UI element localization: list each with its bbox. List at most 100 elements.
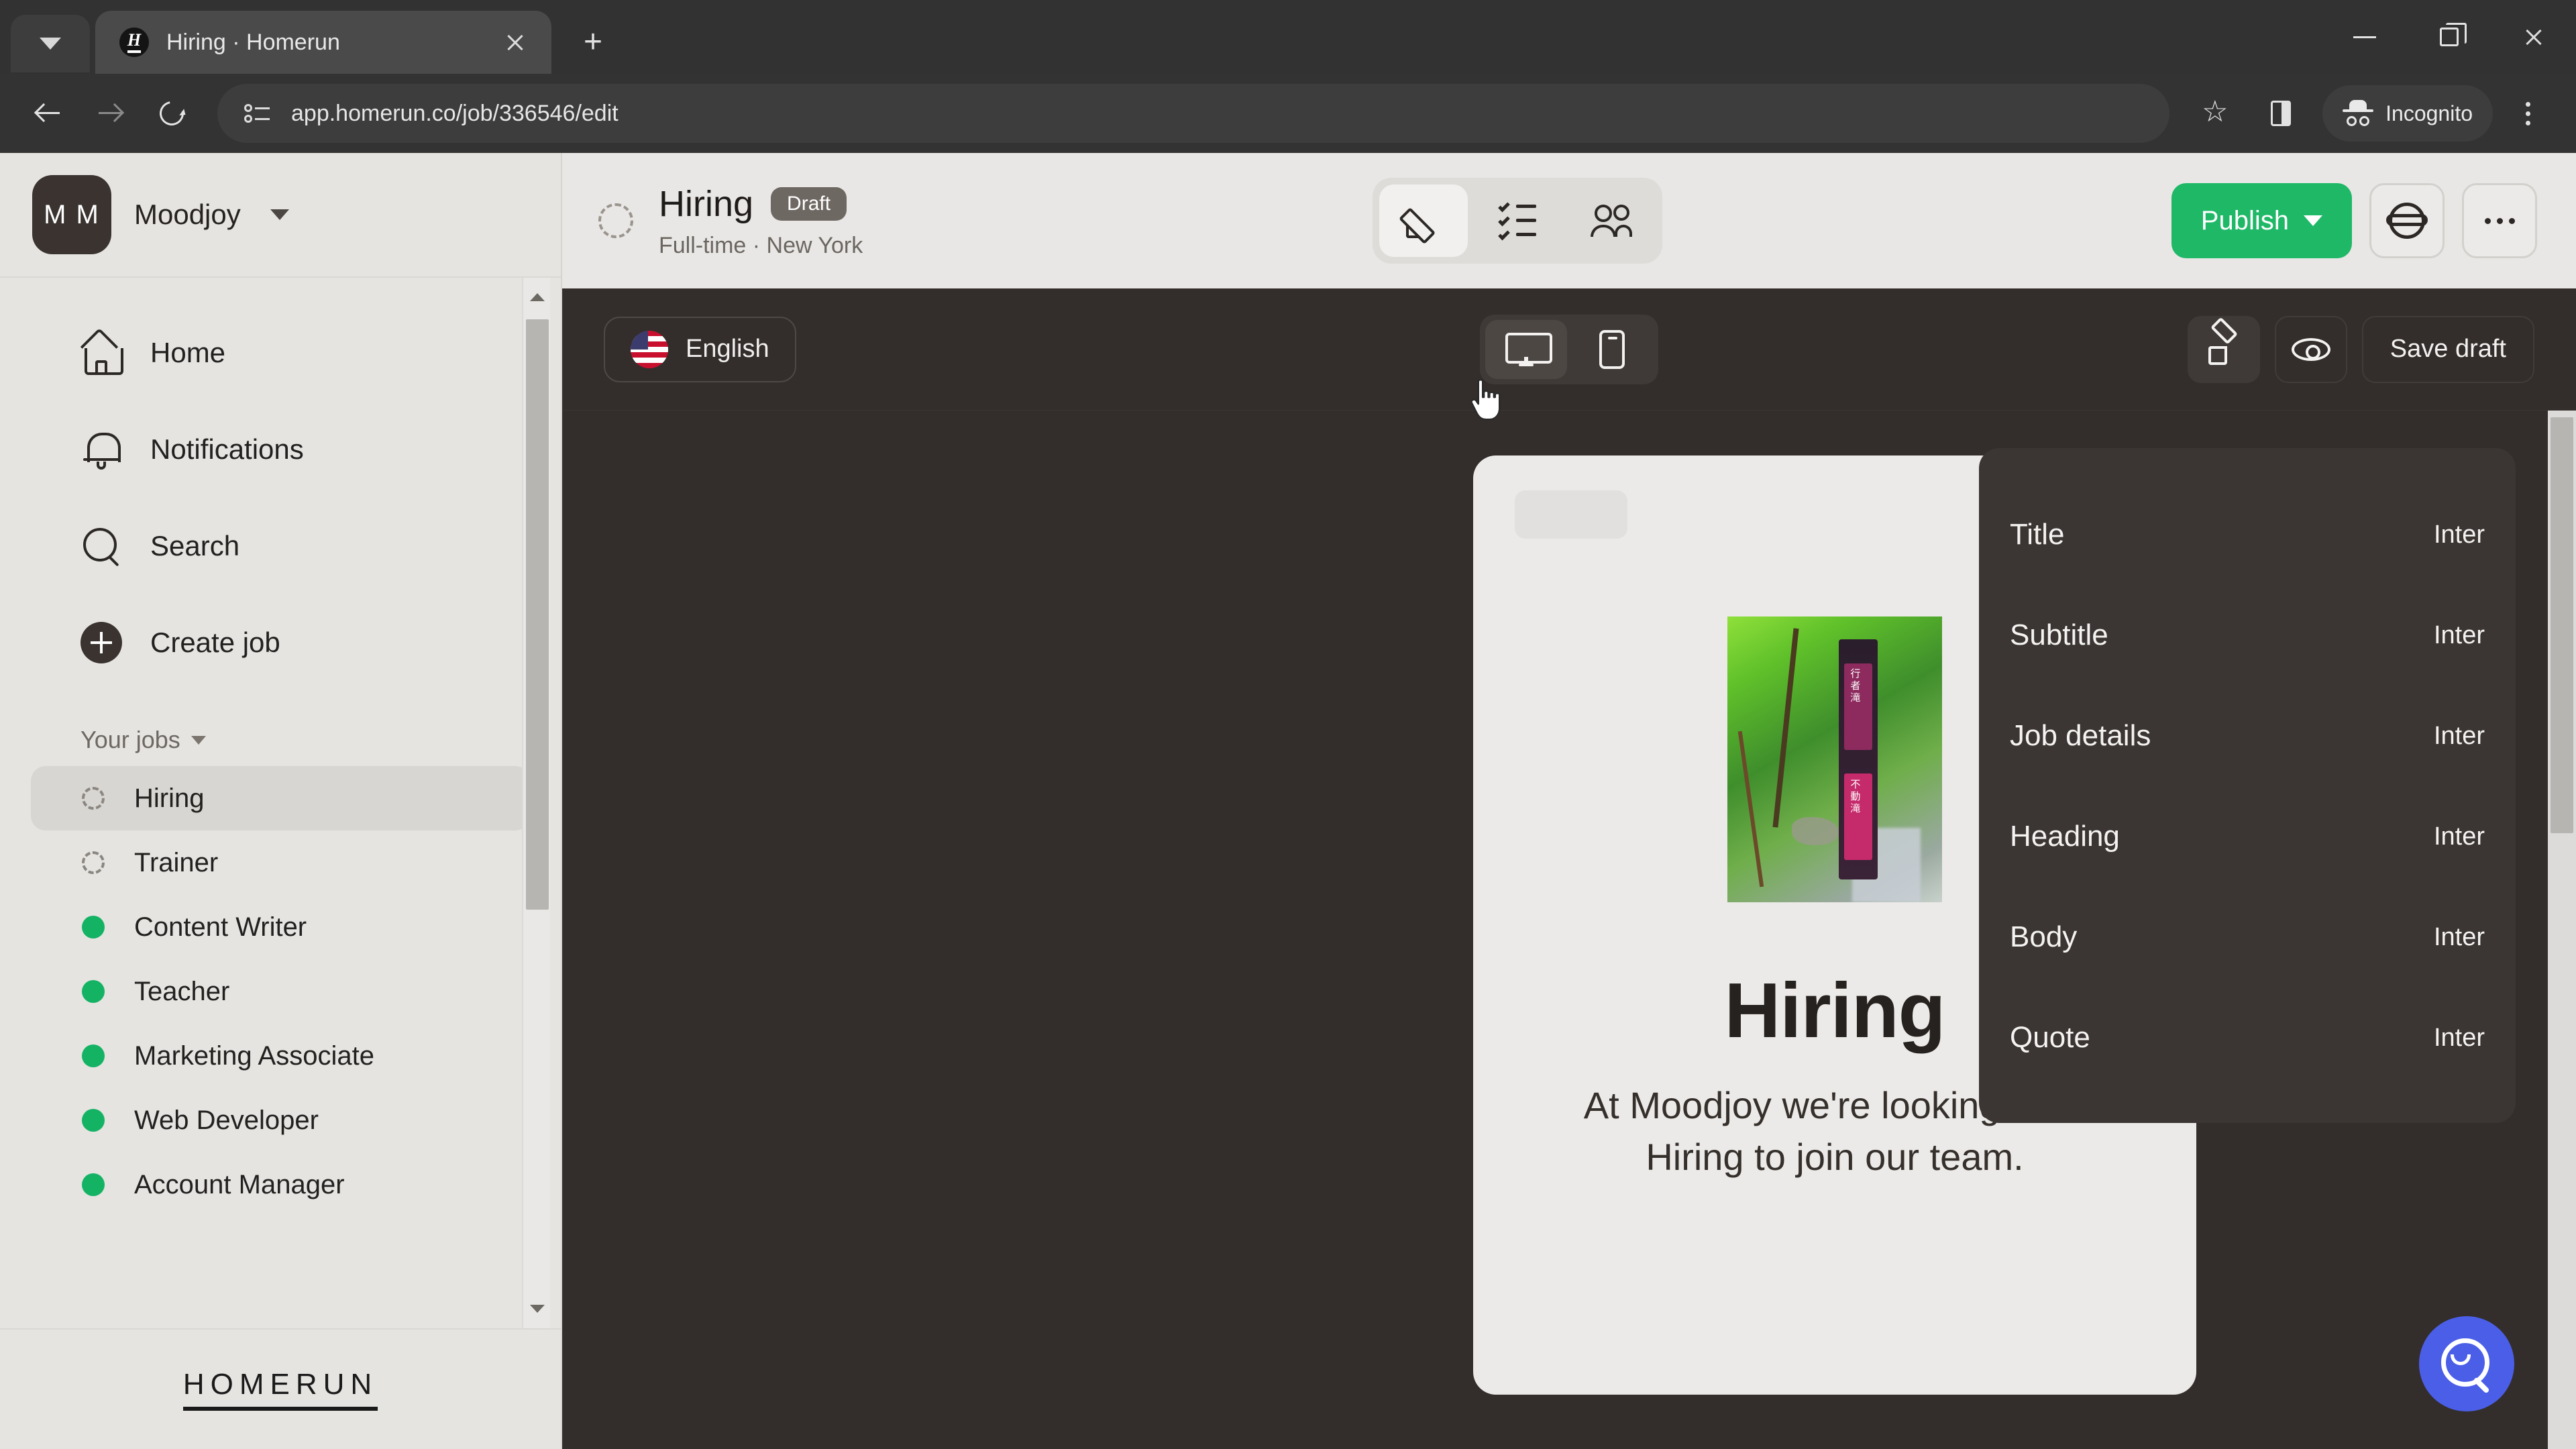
back-button[interactable]	[17, 83, 79, 144]
more-options-button[interactable]	[2462, 183, 2537, 258]
reload-button[interactable]	[141, 83, 203, 144]
typography-style-name: Title	[2010, 518, 2065, 551]
sidebar-job-hiring[interactable]: Hiring	[31, 766, 530, 830]
typography-style-name: Job details	[2010, 719, 2151, 752]
window-maximize-button[interactable]	[2407, 0, 2491, 74]
typography-font-value: Inter	[2433, 520, 2485, 549]
typography-font-value: Inter	[2433, 822, 2485, 851]
photo-text-top: 行者滝	[1849, 668, 1862, 705]
typography-row-subtitle[interactable]: Subtitle Inter	[2010, 585, 2485, 686]
editor-scrollbar[interactable]	[2548, 411, 2576, 1449]
typography-row-body[interactable]: Body Inter	[2010, 887, 2485, 987]
sidebar-job-trainer[interactable]: Trainer	[31, 830, 530, 895]
incognito-icon	[2343, 100, 2374, 127]
job-title-row: Hiring Draft	[659, 183, 863, 225]
favicon-letter: H	[127, 32, 142, 53]
browser-tab[interactable]: H Hiring · Homerun	[95, 11, 551, 74]
address-bar[interactable]: app.homerun.co/job/336546/edit	[217, 84, 2170, 143]
new-tab-button[interactable]: +	[566, 15, 620, 68]
job-label: Account Manager	[134, 1169, 345, 1199]
org-name: Moodjoy	[134, 199, 241, 230]
org-switcher[interactable]: M M Moodjoy	[0, 153, 561, 278]
sidebar-job-marketing-associate[interactable]: Marketing Associate	[31, 1024, 530, 1088]
job-label: Hiring	[134, 783, 205, 813]
status-dot-live-icon	[82, 1173, 105, 1196]
mouse-cursor	[1470, 378, 1501, 421]
tab-search-button[interactable]	[11, 15, 90, 72]
sidebar-item-create-job[interactable]: Create job	[31, 594, 530, 691]
arrow-left-icon	[37, 102, 60, 125]
editor-canvas: 行者滝 不動滝 Hiring At Moodjoy we're looking …	[562, 411, 2576, 1449]
tab-candidates[interactable]	[1567, 184, 1656, 257]
tab-close-button[interactable]	[496, 23, 534, 61]
help-search-fab[interactable]	[2419, 1316, 2514, 1411]
language-label: English	[686, 335, 769, 363]
main-column: Hiring Draft Full-time · New York Publis…	[562, 153, 2576, 1449]
device-mobile-button[interactable]	[1571, 320, 1653, 379]
typography-row-heading[interactable]: Heading Inter	[2010, 786, 2485, 887]
sidebar-job-content-writer[interactable]: Content Writer	[31, 895, 530, 959]
side-panel-button[interactable]	[2250, 83, 2312, 144]
scrollbar-thumb[interactable]	[2551, 417, 2573, 833]
sidebar-job-teacher[interactable]: Teacher	[31, 959, 530, 1024]
sidebar-footer: HOMERUN	[0, 1328, 561, 1449]
preview-button[interactable]	[2274, 315, 2347, 383]
chevron-down-icon	[270, 209, 289, 220]
typography-row-job-details[interactable]: Job details Inter	[2010, 686, 2485, 786]
chevron-down-icon	[40, 38, 61, 50]
home-icon	[80, 332, 123, 375]
chevron-up-icon	[530, 293, 545, 301]
publish-button[interactable]: Publish	[2171, 183, 2352, 258]
sidebar: M M Moodjoy Home Notifications Search Cr…	[0, 153, 562, 1449]
star-icon: ☆	[2202, 95, 2229, 128]
editor-toolbar-actions: Save draft	[2187, 315, 2534, 383]
tab-checklist[interactable]	[1473, 184, 1562, 257]
side-panel-icon	[2271, 101, 2292, 126]
more-dots-icon	[2484, 217, 2515, 224]
sidebar-item-home[interactable]: Home	[31, 305, 530, 401]
design-button[interactable]	[2187, 315, 2260, 383]
bookmark-button[interactable]: ☆	[2184, 83, 2246, 144]
plus-circle-icon	[80, 622, 122, 663]
minimize-icon	[2353, 36, 2376, 38]
sidebar-item-search[interactable]: Search	[31, 498, 530, 594]
settings-button[interactable]	[2369, 183, 2445, 258]
language-selector[interactable]: English	[604, 316, 796, 382]
eye-icon	[2291, 337, 2330, 361]
sidebar-job-account-manager[interactable]: Account Manager	[31, 1152, 530, 1217]
signpost: 行者滝 不動滝	[1839, 639, 1878, 879]
site-settings-icon[interactable]	[240, 97, 274, 130]
window-close-button[interactable]	[2491, 0, 2576, 74]
forward-button[interactable]	[79, 83, 141, 144]
scroll-down-button[interactable]	[523, 1295, 551, 1323]
sidebar-scroll-area: Home Notifications Search Create job You…	[0, 278, 561, 1328]
incognito-label: Incognito	[2385, 101, 2473, 125]
scrollbar-thumb[interactable]	[526, 319, 549, 910]
brush-icon	[2207, 333, 2241, 366]
job-label: Content Writer	[134, 912, 307, 942]
editor-area: English Save draft 行者滝 不動滝 Hiring At Moo…	[562, 288, 2576, 1449]
scroll-up-button[interactable]	[523, 283, 551, 311]
mobile-icon	[1599, 329, 1625, 369]
typography-font-value: Inter	[2433, 922, 2485, 951]
forest-signpost-photo[interactable]: 行者滝 不動滝	[1727, 616, 1942, 902]
url-text: app.homerun.co/job/336546/edit	[291, 100, 619, 126]
monitor-icon	[1505, 332, 1552, 366]
typography-row-title[interactable]: Title Inter	[2010, 484, 2485, 585]
device-desktop-button[interactable]	[1485, 319, 1567, 379]
sidebar-job-web-developer[interactable]: Web Developer	[31, 1088, 530, 1152]
window-minimize-button[interactable]	[2322, 0, 2407, 74]
incognito-indicator[interactable]: Incognito	[2322, 85, 2493, 142]
photo-text-bottom: 不動滝	[1849, 778, 1862, 815]
sidebar-item-notifications[interactable]: Notifications	[31, 401, 530, 498]
sidebar-scrollbar[interactable]	[522, 278, 550, 1328]
save-draft-button[interactable]: Save draft	[2361, 315, 2534, 383]
tab-title: Hiring · Homerun	[166, 29, 340, 55]
browser-window: H Hiring · Homerun + app.homerun.co/job/…	[0, 0, 2576, 1449]
chrome-menu-button[interactable]	[2497, 83, 2559, 144]
tab-edit[interactable]	[1379, 184, 1468, 257]
search-icon	[80, 525, 122, 567]
typography-row-quote[interactable]: Quote Inter	[2010, 987, 2485, 1088]
your-jobs-section-header[interactable]: Your jobs	[31, 726, 530, 754]
job-header-actions: Publish	[2171, 183, 2537, 258]
